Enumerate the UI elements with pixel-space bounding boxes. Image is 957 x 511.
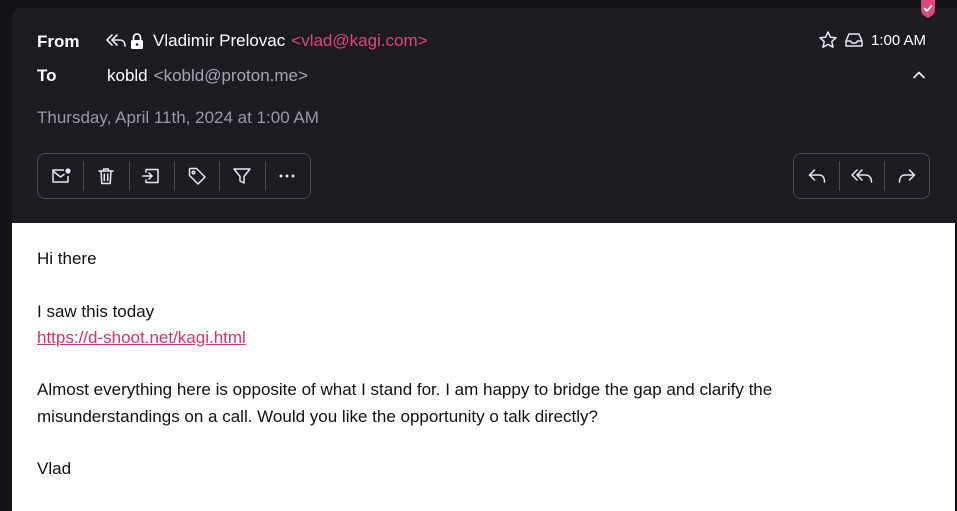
delete-button[interactable] [83, 161, 128, 191]
signature-text: Vlad [37, 459, 72, 478]
filter-button[interactable] [219, 161, 264, 191]
envelope-dot-icon [51, 168, 71, 183]
reply-all-icon [105, 30, 127, 52]
reply-icon [808, 169, 825, 183]
sender-row: Vladimir Prelovac <vlad@kagi.com> [105, 29, 428, 53]
star-icon[interactable] [817, 29, 839, 51]
body-line: I saw this today [37, 302, 155, 321]
forward-icon [898, 169, 915, 183]
trash-icon [98, 168, 114, 185]
forward-button[interactable] [884, 161, 929, 191]
from-label: From [37, 32, 80, 51]
sender-name[interactable]: Vladimir Prelovac [153, 31, 285, 51]
greeting-text: Hi there [37, 249, 97, 268]
chevron-up-icon[interactable] [909, 65, 929, 85]
more-button[interactable] [264, 161, 310, 191]
message-time: 1:00 AM [871, 31, 927, 49]
shield-icon [921, 0, 935, 18]
body-paragraph-line-2: misunderstandings on a call. Would you l… [37, 407, 598, 426]
message-link[interactable]: https://d-shoot.net/kagi.html [37, 325, 246, 351]
move-to-icon [142, 168, 160, 184]
move-button[interactable] [128, 161, 174, 191]
sender-email[interactable]: <vlad@kagi.com> [291, 31, 427, 51]
reply-toolbar [793, 153, 930, 199]
recipient-email[interactable]: <kobld@proton.me> [154, 66, 308, 86]
recipient-row: kobld <kobld@proton.me> [107, 65, 308, 87]
body-paragraph-line-1: Almost everything here is opposite of wh… [37, 380, 773, 399]
ellipsis-icon [279, 174, 295, 178]
filter-icon [233, 168, 251, 184]
header-meta: 1:00 AM [817, 29, 926, 51]
to-label: To [37, 66, 57, 85]
reply-all-icon [850, 169, 872, 183]
message-date: Thursday, April 11th, 2024 at 1:00 AM [37, 108, 319, 127]
lock-icon [129, 30, 145, 52]
tag-icon [188, 167, 206, 185]
inbox-icon [843, 29, 865, 51]
message-body: Hi there I saw this today https://d-shoo… [12, 223, 955, 511]
label-button[interactable] [173, 161, 219, 191]
reply-button[interactable] [794, 161, 839, 191]
reply-all-button[interactable] [839, 161, 884, 191]
recipient-name[interactable]: kobld [107, 66, 148, 86]
message-actions-toolbar [37, 153, 311, 199]
mark-unread-button[interactable] [38, 161, 83, 191]
